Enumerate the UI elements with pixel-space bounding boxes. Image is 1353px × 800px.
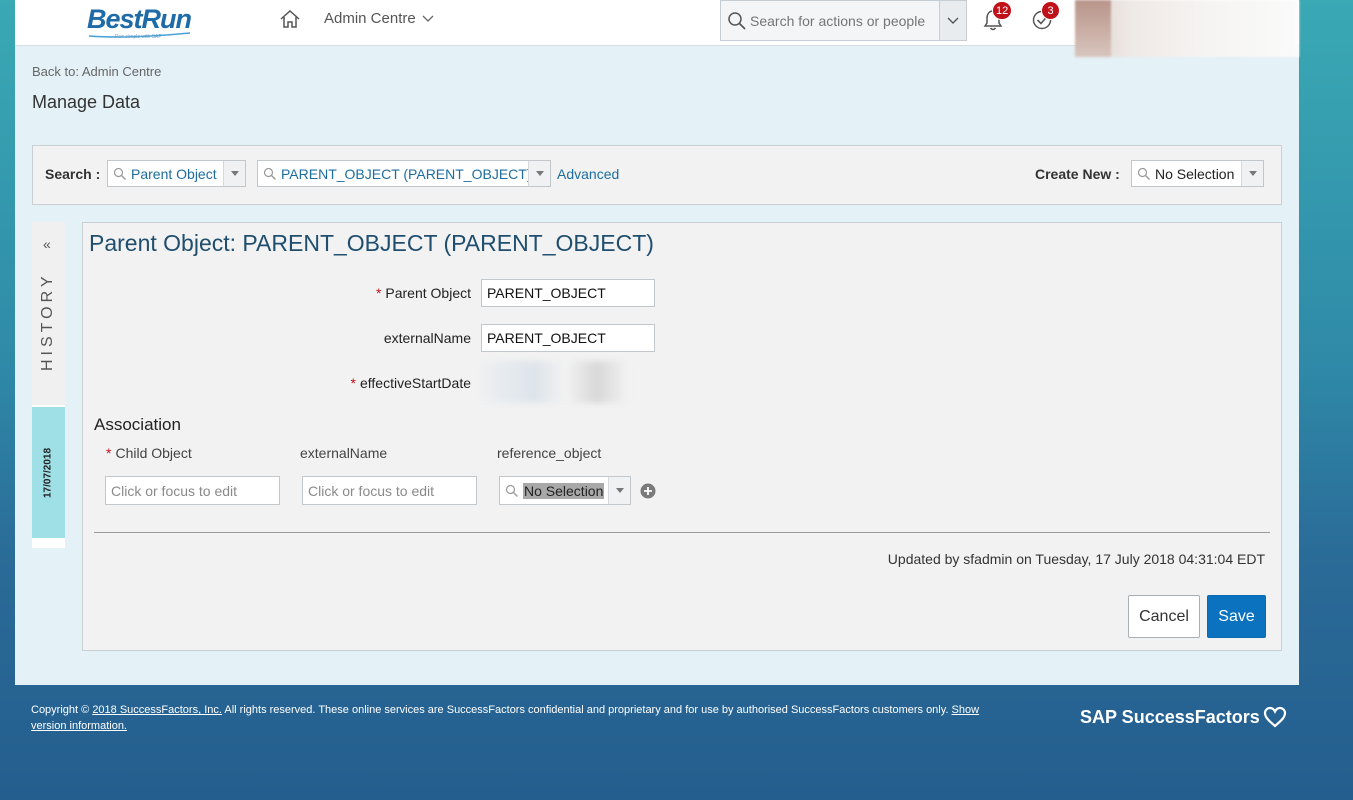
field-label-text: externalName (383, 330, 471, 346)
brand-text: SAP SuccessFactors (1080, 706, 1260, 727)
column-label: externalName (300, 445, 388, 461)
advanced-search-link[interactable]: Advanced (557, 166, 619, 182)
association-title: Association (94, 415, 181, 434)
save-button[interactable]: Save (1207, 595, 1266, 638)
home-icon[interactable] (279, 8, 301, 30)
back-to-admin-link[interactable]: Back to: Admin Centre (32, 64, 161, 79)
required-marker: * (350, 375, 356, 391)
reference-object-dropdown[interactable] (608, 477, 630, 504)
column-child-object: * Child Object (106, 445, 192, 461)
global-search-dropdown[interactable] (939, 1, 966, 40)
child-object-input[interactable] (105, 476, 280, 505)
object-type-value: Parent Object (131, 165, 217, 182)
last-updated-text: Updated by sfadmin on Tuesday, 17 July 2… (887, 551, 1265, 567)
module-switcher[interactable]: Admin Centre (324, 10, 434, 27)
avatar (1075, 0, 1111, 57)
chevron-down-icon (947, 17, 959, 24)
footer-copyright: Copyright © 2018 SuccessFactors, Inc. Al… (31, 702, 991, 734)
search-icon (505, 484, 518, 497)
record-title: Parent Object: PARENT_OBJECT (PARENT_OBJ… (89, 230, 654, 256)
field-label-text: Parent Object (385, 285, 471, 301)
search-icon (263, 167, 276, 180)
required-marker: * (375, 285, 382, 301)
add-row-icon[interactable] (640, 483, 656, 499)
column-label: reference_object (497, 445, 602, 461)
user-profile-menu[interactable] (1075, 0, 1299, 57)
search-icon (728, 11, 746, 30)
collapse-history-icon[interactable]: « (43, 236, 51, 252)
search-toolbar: Search : Parent Object PARENT_OBJECT (PA… (32, 145, 1282, 205)
object-instance-value: PARENT_OBJECT (PARENT_OBJECT) (281, 165, 528, 182)
module-label: Admin Centre (324, 10, 416, 27)
selected-text: No Selection (523, 482, 605, 499)
section-divider (94, 532, 1270, 533)
history-entry[interactable]: 17/07/2018 (32, 407, 65, 538)
object-type-combo[interactable]: Parent Object (107, 160, 246, 187)
reference-object-value: No Selection (523, 482, 608, 499)
field-label-text: effectiveStartDate (359, 375, 471, 391)
rights-text: All rights reserved. These online servic… (221, 704, 952, 716)
global-search-input[interactable] (750, 12, 935, 29)
column-label: Child Object (115, 445, 192, 461)
global-search (720, 0, 967, 41)
caret-down-icon (230, 171, 239, 176)
external-name-field[interactable] (481, 324, 655, 352)
history-entry-date: 17/07/2018 (42, 447, 54, 499)
create-new-combo[interactable]: No Selection (1131, 160, 1264, 187)
cancel-button[interactable]: Cancel (1128, 595, 1200, 638)
parent-object-field[interactable] (481, 279, 655, 307)
todo-button[interactable]: 3 (1031, 1, 1060, 32)
effective-start-date-field[interactable] (473, 361, 628, 403)
required-marker: * (106, 445, 112, 461)
copyright-prefix: Copyright © (31, 704, 90, 716)
create-new-label: Create New : (1035, 166, 1120, 182)
field-label-external-name: externalName (91, 330, 471, 346)
object-instance-combo[interactable]: PARENT_OBJECT (PARENT_OBJECT) (257, 160, 551, 187)
search-icon (113, 167, 126, 180)
todo-badge: 3 (1041, 1, 1060, 20)
search-label: Search : (45, 166, 101, 182)
page-title: Manage Data (32, 92, 141, 112)
top-header: BestRun Run simple with SAP Admin Centre (15, 0, 1299, 57)
create-new-dropdown[interactable] (1241, 161, 1263, 186)
record-panel: Parent Object: PARENT_OBJECT (PARENT_OBJ… (82, 222, 1282, 651)
reference-object-combo[interactable]: No Selection (499, 476, 631, 505)
history-label: HISTORY (39, 272, 56, 372)
caret-down-icon (1248, 171, 1257, 176)
chevron-down-icon (422, 15, 434, 22)
create-new-value: No Selection (1155, 165, 1235, 182)
field-label-effective-start-date: * effectiveStartDate (91, 375, 471, 391)
heart-icon (1263, 706, 1286, 728)
history-header: « HISTORY (32, 222, 65, 405)
company-logo[interactable]: BestRun Run simple with SAP (87, 4, 197, 42)
logo-tagline: Run simple with SAP (115, 34, 162, 40)
column-reference-object: reference_object (497, 445, 601, 461)
object-type-dropdown[interactable] (223, 161, 245, 186)
caret-down-icon (535, 171, 544, 176)
history-panel: « HISTORY 17/07/2018 (32, 222, 65, 548)
object-instance-dropdown[interactable] (528, 161, 550, 186)
column-external-name: externalName (300, 445, 387, 461)
logo-text: BestRun (87, 4, 192, 34)
search-icon (1137, 167, 1150, 180)
notifications-badge: 12 (992, 1, 1013, 20)
company-link[interactable]: 2018 SuccessFactors, Inc. (92, 704, 222, 716)
caret-down-icon (615, 488, 624, 493)
association-external-name-input[interactable] (302, 476, 477, 505)
sap-successfactors-logo: SAP SuccessFactors (1080, 705, 1287, 729)
field-label-parent-object: * Parent Object (91, 285, 471, 301)
notifications-button[interactable]: 12 (982, 1, 1013, 32)
app-window: BestRun Run simple with SAP Admin Centre (15, 0, 1299, 685)
